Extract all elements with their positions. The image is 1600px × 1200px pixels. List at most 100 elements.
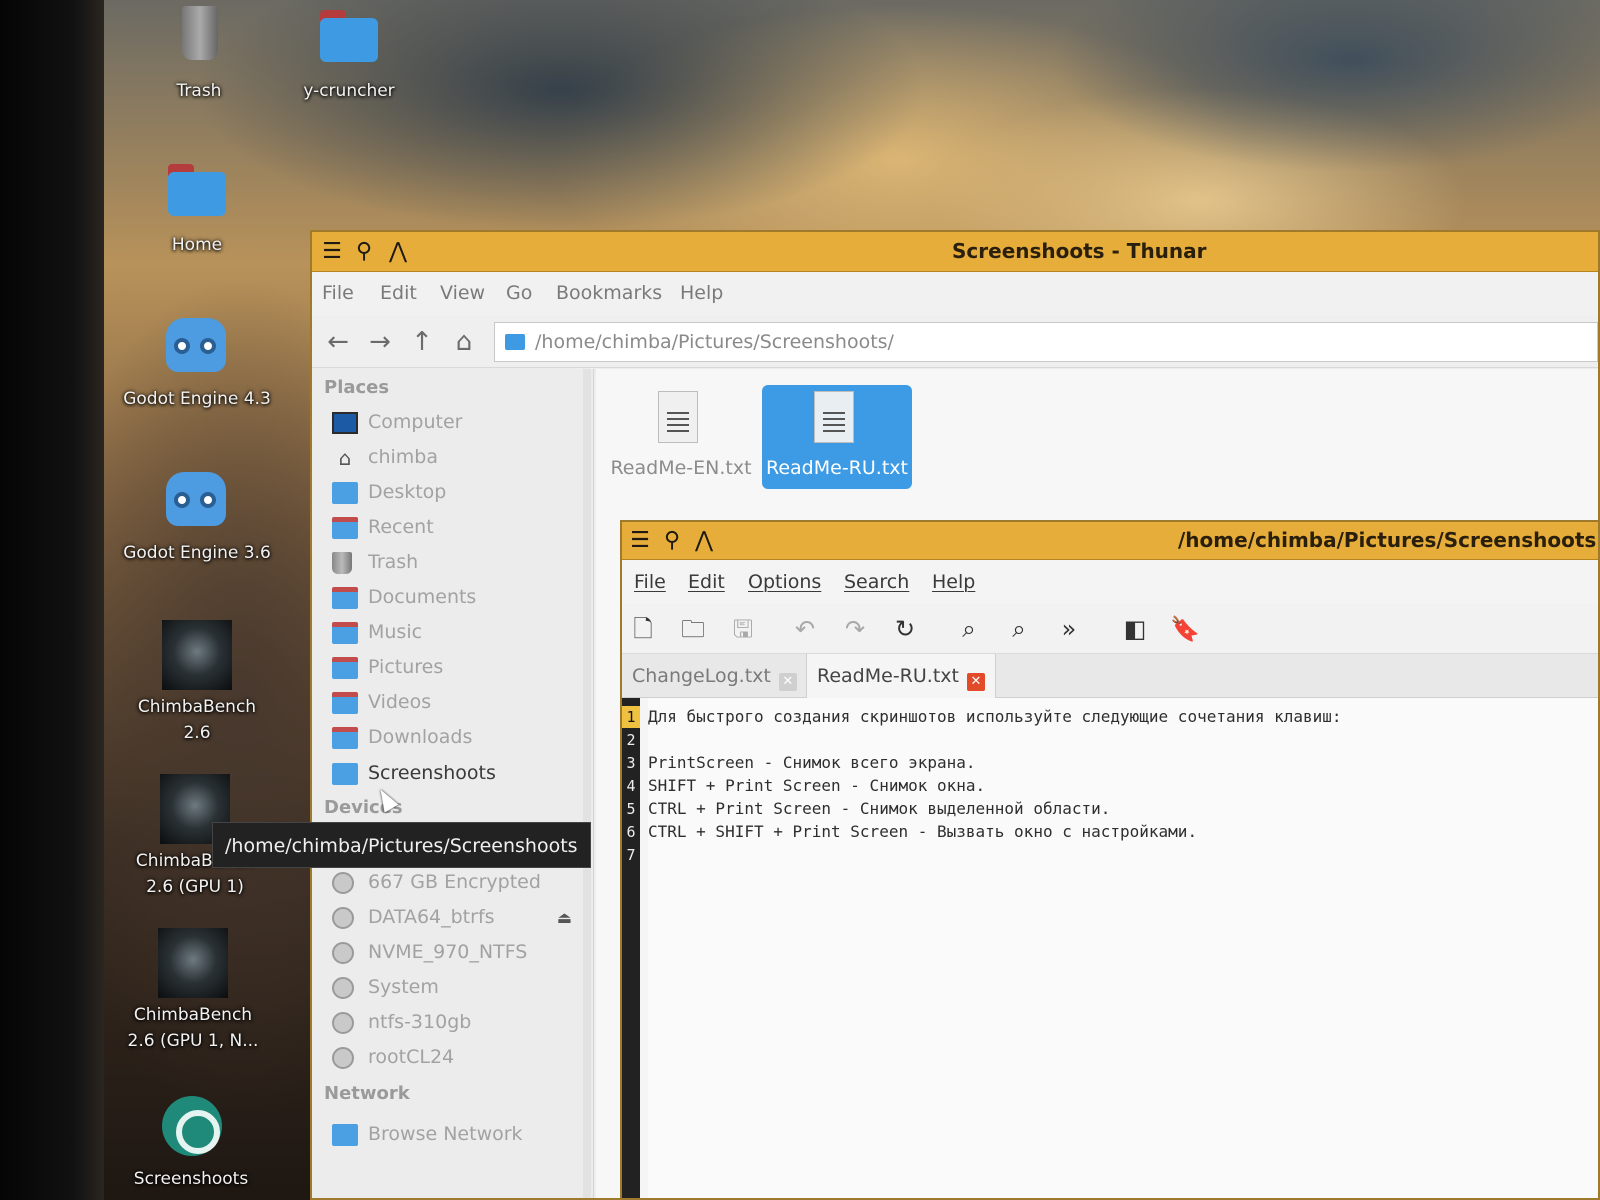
desktop-icon-godot-4-3[interactable]: Godot Engine 4.3 xyxy=(122,312,272,412)
window-title: /home/chimba/Pictures/Screenshoots xyxy=(1178,528,1597,552)
pin-icon[interactable]: ⚲ xyxy=(350,238,378,266)
location-path: /home/chimba/Pictures/Screenshoots/ xyxy=(535,331,894,353)
desktop-icon-godot-3-6[interactable]: Godot Engine 3.6 xyxy=(122,466,272,566)
menu-view[interactable]: View xyxy=(440,282,485,304)
window-title: Screenshoots - Thunar xyxy=(952,239,1207,263)
line-number: 7 xyxy=(626,846,636,864)
sidebar-item-nvme[interactable]: NVME_970_NTFS xyxy=(332,937,582,971)
sidebar-item-downloads[interactable]: Downloads xyxy=(332,722,582,756)
line-number: 1 xyxy=(622,706,640,728)
sidebar-item-data64[interactable]: DATA64_btrfs ⏏ xyxy=(332,902,582,936)
sidebar-item-667gb[interactable]: 667 GB Encrypted xyxy=(332,867,582,901)
sidebar-item-computer[interactable]: Computer xyxy=(332,407,582,441)
search-icon[interactable]: ⌕ xyxy=(952,612,986,646)
editor-window: ☰ ⚲ ⋀ /home/chimba/Pictures/Screenshoots… xyxy=(620,520,1600,1200)
sidebar-scrollbar[interactable] xyxy=(583,369,591,1198)
text-file-icon xyxy=(658,391,698,443)
sidebar-item-music[interactable]: Music xyxy=(332,617,582,651)
editor-titlebar[interactable]: ☰ ⚲ ⋀ /home/chimba/Pictures/Screenshoots xyxy=(622,522,1598,560)
line-number: 5 xyxy=(626,800,636,818)
sidebar-item-screenshoots[interactable]: Screenshoots xyxy=(332,758,582,792)
menu-help[interactable]: Help xyxy=(680,282,723,304)
folder-icon xyxy=(332,763,358,785)
shade-up-icon[interactable]: ⋀ xyxy=(384,238,412,266)
menu-file[interactable]: File xyxy=(634,571,666,593)
desktop-icon-label: ChimbaBench 2.6 xyxy=(137,697,257,743)
sidebar-item-system[interactable]: System xyxy=(332,972,582,1006)
screenshot-app-icon xyxy=(156,1092,226,1162)
save-icon[interactable]: 🖫 xyxy=(726,612,760,646)
eject-icon[interactable]: ⏏ xyxy=(557,908,572,927)
sidebar-item-rootcl24[interactable]: rootCL24 xyxy=(332,1042,582,1076)
sidebar-item-documents[interactable]: Documents xyxy=(332,582,582,616)
desktop-icon-chimbabench-gpu1-n[interactable]: ChimbaBench 2.6 (GPU 1, N... xyxy=(118,928,268,1054)
text-editor-area[interactable]: Для быстрого создания скриншотов использ… xyxy=(648,698,1598,1198)
sidebar-item-videos[interactable]: Videos xyxy=(332,687,582,721)
menu-go[interactable]: Go xyxy=(506,282,532,304)
menu-help[interactable]: Help xyxy=(932,571,975,593)
desktop-icon-label: Home xyxy=(171,235,223,255)
window-menu-icon[interactable]: ☰ xyxy=(318,238,346,266)
thunar-titlebar[interactable]: ☰ ⚲ ⋀ Screenshoots - Thunar xyxy=(312,232,1598,272)
up-arrow-icon[interactable]: ↑ xyxy=(404,324,440,360)
network-folder-icon xyxy=(332,1124,358,1146)
desktop-folder-icon xyxy=(332,482,358,504)
menu-edit[interactable]: Edit xyxy=(380,282,417,304)
open-folder-icon[interactable]: 🗀 xyxy=(676,612,710,646)
text-line: CTRL + SHIFT + Print Screen - Вызвать ок… xyxy=(648,822,1198,841)
shade-up-icon[interactable]: ⋀ xyxy=(690,527,718,555)
tab-changelog[interactable]: ChangeLog.txt ✕ xyxy=(622,654,807,698)
sidebar-item-ntfs310[interactable]: ntfs-310gb xyxy=(332,1007,582,1041)
desktop-icon-screenshoots[interactable]: Screenshoots xyxy=(116,1092,266,1192)
tab-label: ChangeLog.txt xyxy=(632,665,771,687)
bookmark-icon[interactable]: 🔖 xyxy=(1168,612,1202,646)
window-menu-icon[interactable]: ☰ xyxy=(626,527,654,555)
desktop-icon-chimbabench[interactable]: ChimbaBench 2.6 xyxy=(122,620,272,746)
videos-folder-icon xyxy=(332,692,358,714)
home-icon[interactable]: ⌂ xyxy=(446,324,482,360)
close-icon[interactable]: ✕ xyxy=(966,673,985,691)
side-panel-icon[interactable]: ◧ xyxy=(1118,612,1152,646)
go-to-icon[interactable]: » xyxy=(1052,612,1086,646)
redo-icon[interactable]: ↷ xyxy=(838,612,872,646)
tab-readme-ru[interactable]: ReadMe-RU.txt ✕ xyxy=(806,654,996,698)
close-icon[interactable]: ✕ xyxy=(778,673,797,691)
menu-options[interactable]: Options xyxy=(748,571,821,593)
text-line: PrintScreen - Снимок всего экрана. xyxy=(648,753,976,772)
desktop-icon-label: ChimbaBench 2.6 (GPU 1, N... xyxy=(127,1005,259,1051)
menu-file[interactable]: File xyxy=(322,282,354,304)
desktop-icon-trash[interactable]: Trash xyxy=(124,4,274,104)
desktop-icon-home[interactable]: Home xyxy=(122,158,272,258)
thunar-toolbar: ← → ↑ ⌂ /home/chimba/Pictures/Screenshoo… xyxy=(312,316,1598,368)
undo-icon[interactable]: ↶ xyxy=(788,612,822,646)
desktop-icon-y-cruncher[interactable]: y-cruncher xyxy=(274,4,424,104)
monitor-bezel xyxy=(0,0,104,1200)
editor-toolbar: 🗋 🗀 🖫 ↶ ↷ ↻ ⌕ ⌕ » ◧ 🔖 xyxy=(622,604,1598,654)
encrypted-drive-icon xyxy=(332,872,354,894)
sidebar-item-chimba[interactable]: ⌂ chimba xyxy=(332,442,582,476)
back-arrow-icon[interactable]: ← xyxy=(320,324,356,360)
new-file-icon[interactable]: 🗋 xyxy=(626,612,660,646)
sidebar-item-recent[interactable]: Recent xyxy=(332,512,582,546)
sidebar-item-pictures[interactable]: Pictures xyxy=(332,652,582,686)
forward-arrow-icon[interactable]: → xyxy=(362,324,398,360)
text-line: CTRL + Print Screen - Снимок выделенной … xyxy=(648,799,1111,818)
find-replace-icon[interactable]: ⌕ xyxy=(1002,612,1036,646)
chimbabench-icon xyxy=(162,620,232,690)
file-readme-en[interactable]: ReadMe-EN.txt xyxy=(606,385,756,489)
desktop-icon-label: Godot Engine 3.6 xyxy=(123,543,271,563)
menu-bookmarks[interactable]: Bookmarks xyxy=(556,282,662,304)
drive-icon xyxy=(332,1047,354,1069)
menu-edit[interactable]: Edit xyxy=(688,571,725,593)
sidebar-item-desktop[interactable]: Desktop xyxy=(332,477,582,511)
trash-icon xyxy=(164,4,234,74)
drive-icon xyxy=(332,942,354,964)
sidebar-item-browse-network[interactable]: Browse Network xyxy=(332,1119,582,1153)
menu-search[interactable]: Search xyxy=(844,571,909,593)
file-readme-ru[interactable]: ReadMe-RU.txt xyxy=(762,385,912,489)
sidebar-item-trash[interactable]: Trash xyxy=(332,547,582,581)
location-bar[interactable]: /home/chimba/Pictures/Screenshoots/ xyxy=(494,322,1598,362)
file-name: ReadMe-RU.txt xyxy=(766,457,908,479)
pin-icon[interactable]: ⚲ xyxy=(658,527,686,555)
reload-icon[interactable]: ↻ xyxy=(888,612,922,646)
